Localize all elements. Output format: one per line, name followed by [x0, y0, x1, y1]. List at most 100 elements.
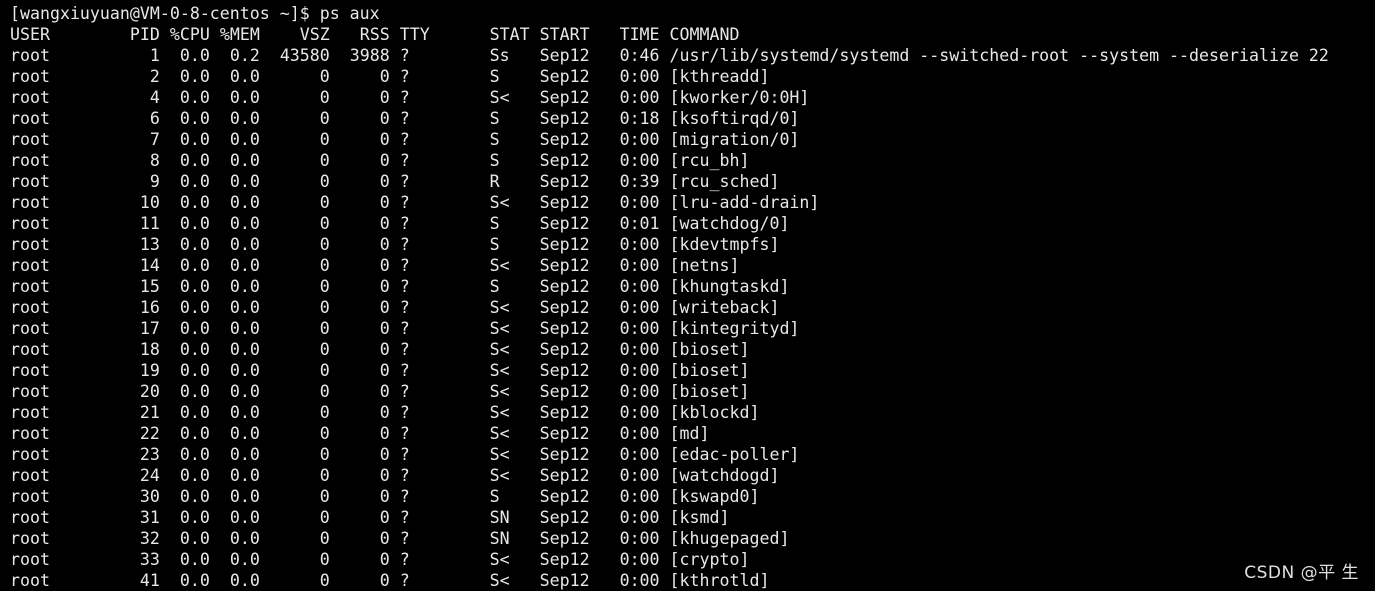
process-user: root: [10, 508, 90, 527]
process-time: 0:00: [599, 424, 660, 443]
process-stat: R: [489, 172, 530, 191]
process-command: [ksoftirqd/0]: [669, 109, 800, 128]
process-stat: S<: [489, 382, 530, 401]
process-user: root: [10, 109, 90, 128]
process-pid: 20: [99, 382, 160, 401]
process-user: root: [10, 67, 90, 86]
process-cpu: 0.0: [169, 130, 210, 149]
process-user: root: [10, 529, 90, 548]
process-stat: S<: [489, 550, 530, 569]
process-row: root 16 0.0 0.0 0 0 ? S< Sep12 0:00 [wri…: [10, 297, 1375, 318]
process-rss: 0: [339, 340, 390, 359]
process-time: 0:00: [599, 151, 660, 170]
process-mem: 0.0: [219, 151, 260, 170]
ps-header-row: USER PID %CPU %MEM VSZ RSS TTY STAT STAR…: [10, 24, 1375, 45]
process-user: root: [10, 571, 90, 590]
process-row: root 15 0.0 0.0 0 0 ? S Sep12 0:00 [khun…: [10, 276, 1375, 297]
process-tty: ?: [399, 277, 480, 296]
process-user: root: [10, 550, 90, 569]
process-time: 0:00: [599, 445, 660, 464]
process-row: root 24 0.0 0.0 0 0 ? S< Sep12 0:00 [wat…: [10, 465, 1375, 486]
process-pid: 18: [99, 340, 160, 359]
process-mem: 0.0: [219, 319, 260, 338]
process-stat: S: [489, 487, 530, 506]
process-user: root: [10, 151, 90, 170]
process-start: Sep12: [539, 256, 590, 275]
process-pid: 41: [99, 571, 160, 590]
process-user: root: [10, 46, 90, 65]
process-command: [kblockd]: [669, 403, 760, 422]
process-rss: 0: [339, 298, 390, 317]
process-vsz: 0: [269, 403, 330, 422]
process-stat: S: [489, 130, 530, 149]
process-rss: 0: [339, 403, 390, 422]
process-stat: S<: [489, 571, 530, 590]
process-command: [rcu_sched]: [669, 172, 780, 191]
process-row: root 33 0.0 0.0 0 0 ? S< Sep12 0:00 [cry…: [10, 549, 1375, 570]
process-start: Sep12: [539, 109, 590, 128]
process-tty: ?: [399, 235, 480, 254]
process-time: 0:39: [599, 172, 660, 191]
process-vsz: 0: [269, 67, 330, 86]
process-tty: ?: [399, 88, 480, 107]
process-tty: ?: [399, 445, 480, 464]
process-mem: 0.0: [219, 382, 260, 401]
header-stat: STAT: [489, 25, 530, 44]
terminal-output: [wangxiuyuan@VM-0-8-centos ~]$ ps aux US…: [10, 3, 1375, 591]
process-vsz: 0: [269, 235, 330, 254]
process-mem: 0.0: [219, 361, 260, 380]
process-user: root: [10, 466, 90, 485]
process-row: root 31 0.0 0.0 0 0 ? SN Sep12 0:00 [ksm…: [10, 507, 1375, 528]
process-rss: 0: [339, 151, 390, 170]
process-row: root 17 0.0 0.0 0 0 ? S< Sep12 0:00 [kin…: [10, 318, 1375, 339]
process-start: Sep12: [539, 172, 590, 191]
process-vsz: 0: [269, 298, 330, 317]
process-command: [edac-poller]: [669, 445, 800, 464]
process-rss: 0: [339, 172, 390, 191]
process-cpu: 0.0: [169, 214, 210, 233]
process-tty: ?: [399, 508, 480, 527]
process-row: root 32 0.0 0.0 0 0 ? SN Sep12 0:00 [khu…: [10, 528, 1375, 549]
process-user: root: [10, 382, 90, 401]
process-user: root: [10, 487, 90, 506]
process-pid: 21: [99, 403, 160, 422]
process-rss: 0: [339, 550, 390, 569]
process-start: Sep12: [539, 487, 590, 506]
process-stat: S: [489, 235, 530, 254]
process-vsz: 0: [269, 487, 330, 506]
process-mem: 0.0: [219, 445, 260, 464]
process-rss: 0: [339, 466, 390, 485]
process-row: root 10 0.0 0.0 0 0 ? S< Sep12 0:00 [lru…: [10, 192, 1375, 213]
process-list: root 1 0.0 0.2 43580 3988 ? Ss Sep12 0:4…: [10, 45, 1375, 591]
process-user: root: [10, 193, 90, 212]
header-time: TIME: [599, 25, 660, 44]
process-start: Sep12: [539, 193, 590, 212]
process-time: 0:00: [599, 466, 660, 485]
process-cpu: 0.0: [169, 67, 210, 86]
process-row: root 1 0.0 0.2 43580 3988 ? Ss Sep12 0:4…: [10, 45, 1375, 66]
process-start: Sep12: [539, 319, 590, 338]
process-pid: 23: [99, 445, 160, 464]
process-rss: 0: [339, 487, 390, 506]
process-rss: 0: [339, 88, 390, 107]
process-time: 0:01: [599, 214, 660, 233]
process-pid: 11: [99, 214, 160, 233]
process-stat: S: [489, 277, 530, 296]
process-rss: 0: [339, 571, 390, 590]
process-row: root 11 0.0 0.0 0 0 ? S Sep12 0:01 [watc…: [10, 213, 1375, 234]
process-command: [rcu_bh]: [669, 151, 750, 170]
terminal-window[interactable]: [wangxiuyuan@VM-0-8-centos ~]$ ps aux US…: [0, 0, 1375, 591]
process-tty: ?: [399, 403, 480, 422]
process-command: [bioset]: [669, 340, 750, 359]
process-stat: S<: [489, 466, 530, 485]
process-command: [kthrotld]: [669, 571, 770, 590]
process-start: Sep12: [539, 340, 590, 359]
process-start: Sep12: [539, 67, 590, 86]
header-tty: TTY: [399, 25, 480, 44]
process-command: [md]: [669, 424, 710, 443]
process-rss: 0: [339, 277, 390, 296]
process-row: root 9 0.0 0.0 0 0 ? R Sep12 0:39 [rcu_s…: [10, 171, 1375, 192]
process-time: 0:00: [599, 550, 660, 569]
process-user: root: [10, 235, 90, 254]
process-pid: 7: [99, 130, 160, 149]
